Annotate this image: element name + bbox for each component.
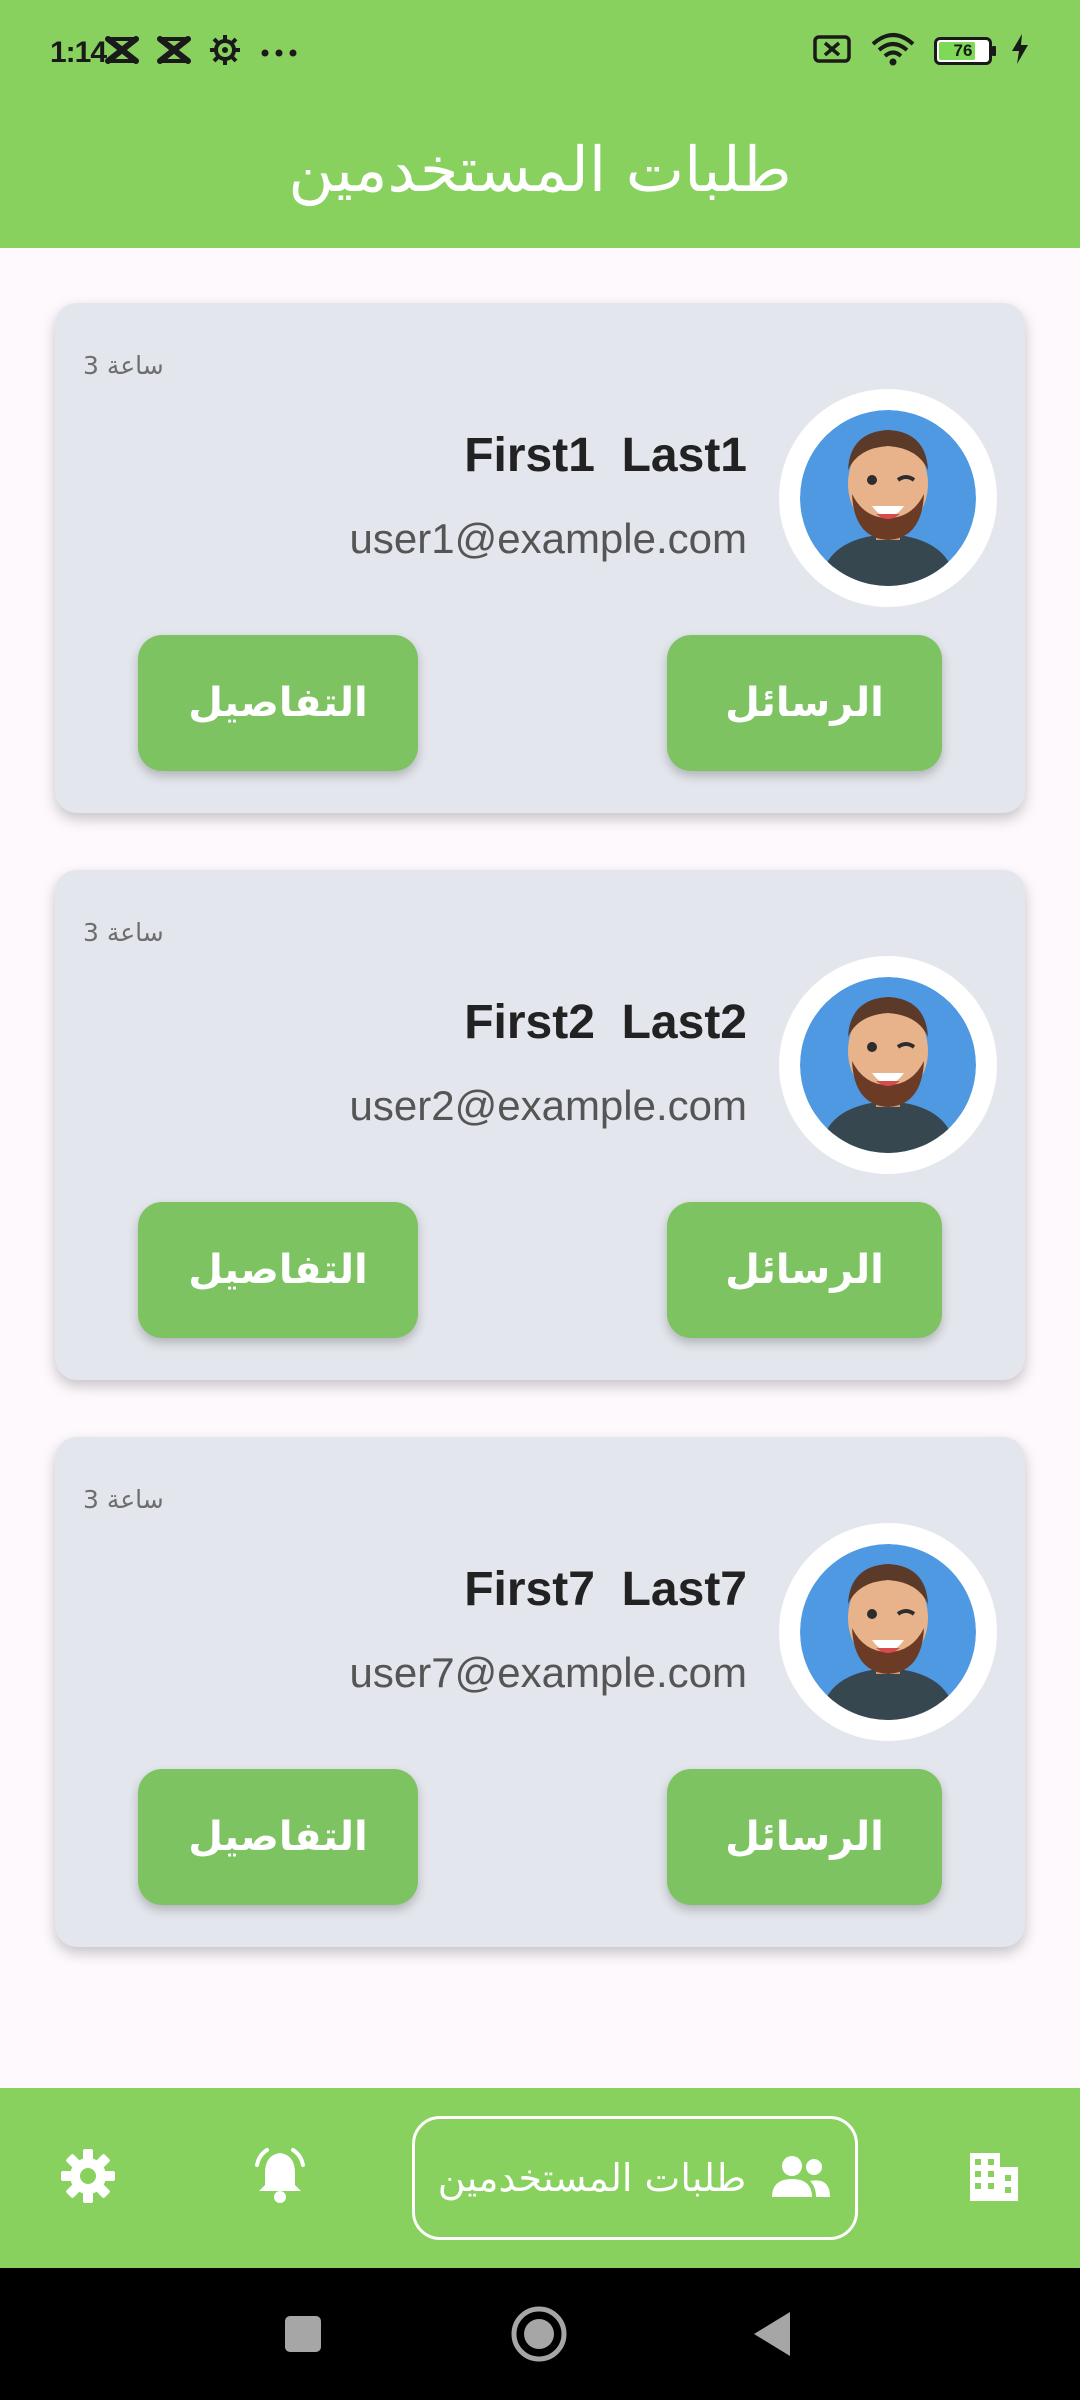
details-button[interactable]: التفاصيل [138, 1769, 418, 1905]
details-button[interactable]: التفاصيل [138, 1202, 418, 1338]
x-notification-icon [157, 36, 191, 68]
user-name: First1 Last1 [464, 429, 747, 482]
nav-buildings[interactable] [945, 2088, 1041, 2268]
wifi-icon [870, 32, 916, 70]
charging-icon [1010, 33, 1030, 69]
status-time: 1:14 [50, 36, 107, 69]
settings-gear-icon [209, 34, 241, 70]
page-title: طلبات المستخدمين [288, 133, 792, 206]
user-email: user2@example.com [349, 1082, 747, 1129]
recent-apps-button[interactable] [283, 2314, 323, 2358]
messages-button[interactable]: الرسائل [667, 635, 942, 771]
back-button[interactable] [752, 2310, 792, 2362]
more-dots-icon [259, 43, 299, 62]
app-bar: طلبات المستخدمين [0, 110, 1080, 248]
time-ago: 3 ساعة [83, 918, 164, 947]
x-notification-icon [105, 36, 139, 68]
user-name: First2 Last2 [464, 996, 747, 1049]
people-icon [770, 2153, 832, 2203]
user-request-card: 3 ساعة First2 Last2 user2@example.com ال… [55, 870, 1025, 1380]
status-left-icons [105, 34, 299, 70]
battery-level: 76 [953, 41, 973, 60]
messages-button[interactable]: الرسائل [667, 1202, 942, 1338]
battery-icon: 76 [934, 37, 996, 65]
details-button[interactable]: التفاصيل [138, 635, 418, 771]
nav-settings[interactable] [40, 2088, 136, 2268]
user-email: user1@example.com [349, 515, 747, 562]
user-name: First7 Last7 [464, 1563, 747, 1616]
user-request-card: 3 ساعة First7 Last7 user7@example.com ال… [55, 1437, 1025, 1947]
bottom-navigation: طلبات المستخدمين [0, 2088, 1080, 2268]
user-email: user7@example.com [349, 1649, 747, 1696]
time-ago: 3 ساعة [83, 351, 164, 380]
time-ago: 3 ساعة [83, 1485, 164, 1514]
avatar [779, 389, 997, 607]
status-bar: 1:14 76 [0, 0, 1080, 110]
avatar [779, 956, 997, 1174]
gear-icon [59, 2147, 117, 2209]
building-icon [964, 2147, 1022, 2209]
status-right-icons: 76 [812, 32, 1030, 70]
nav-user-requests[interactable]: طلبات المستخدمين [412, 2116, 858, 2240]
bell-icon [249, 2145, 311, 2211]
system-navigation-bar [0, 2268, 1080, 2400]
home-button[interactable] [510, 2305, 568, 2367]
nav-user-requests-label: طلبات المستخدمين [437, 2156, 747, 2200]
messages-button[interactable]: الرسائل [667, 1769, 942, 1905]
user-request-card: 3 ساعة First1 Last1 user1@example.com ال… [55, 303, 1025, 813]
avatar [779, 1523, 997, 1741]
nav-notifications[interactable] [232, 2088, 328, 2268]
no-sim-icon [812, 33, 852, 69]
